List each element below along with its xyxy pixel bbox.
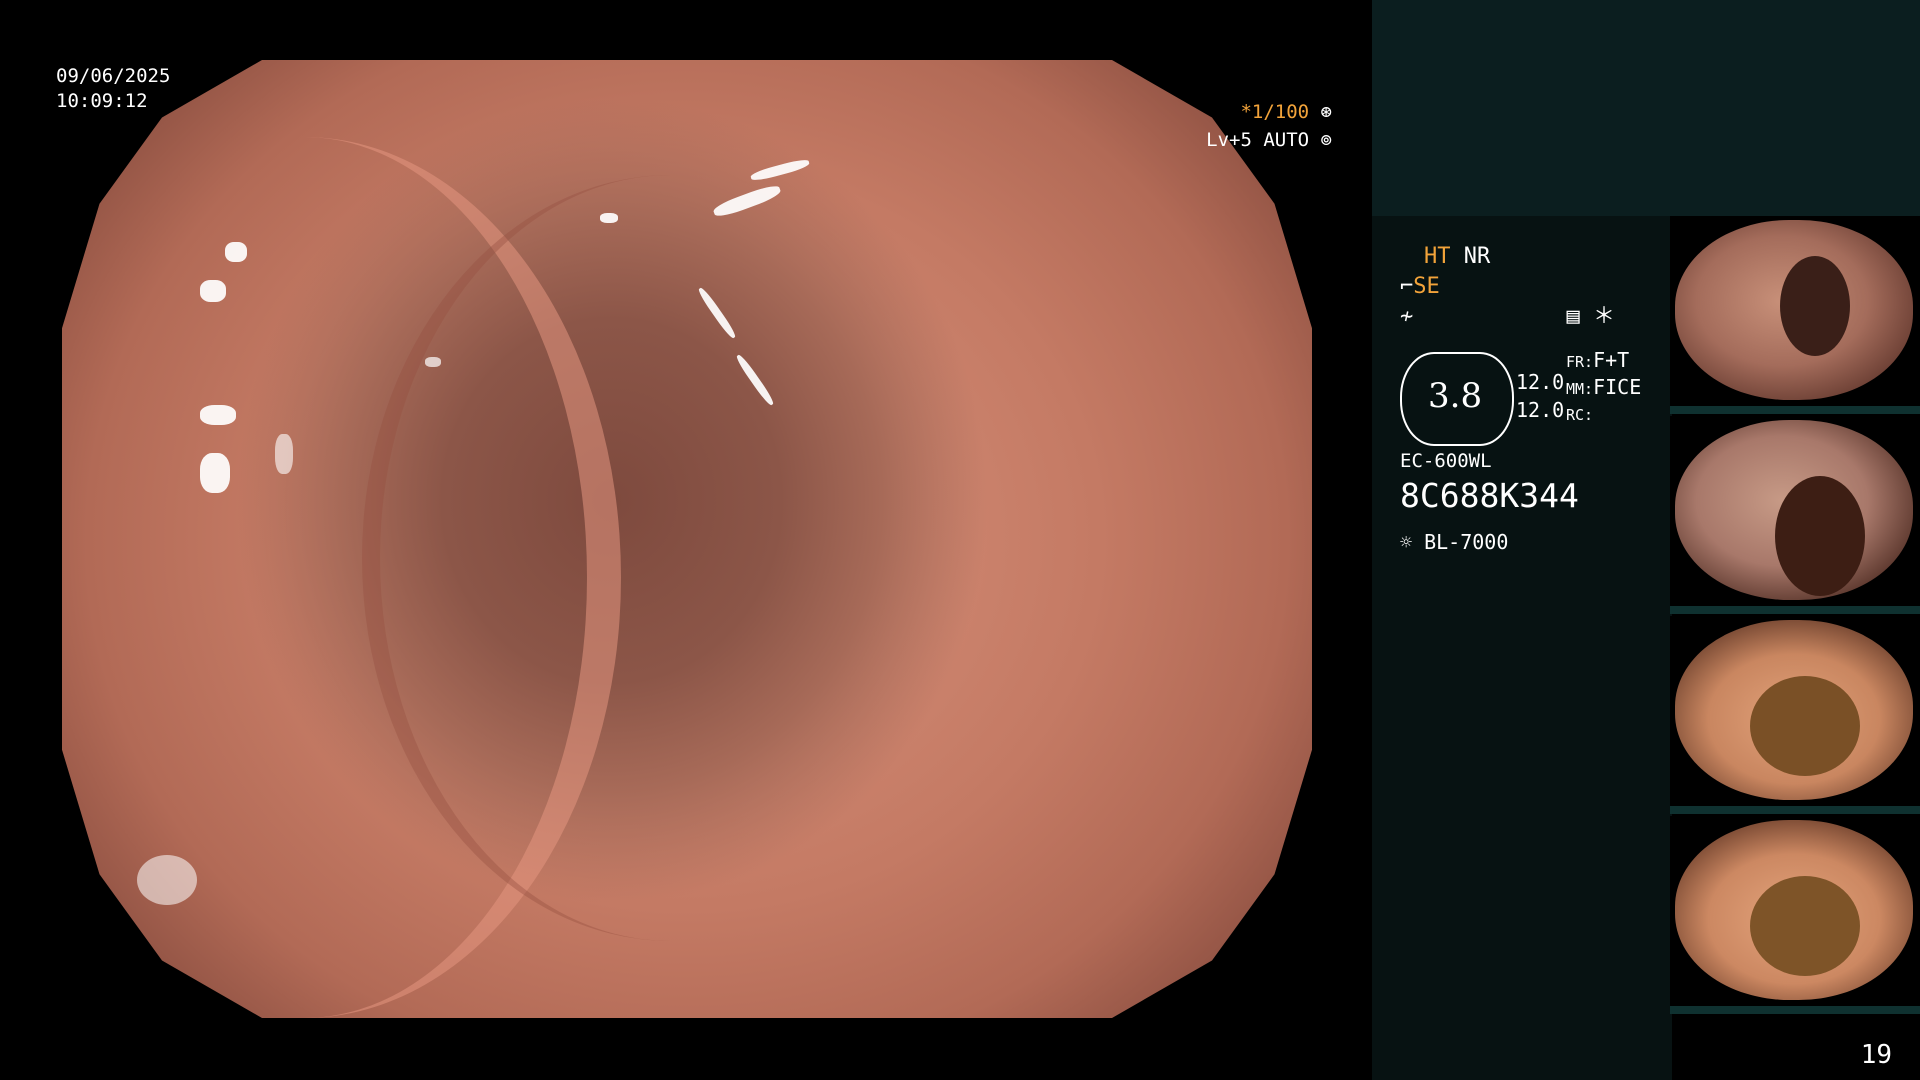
light-reflection (749, 157, 810, 183)
date-text: 09/06/2025 (56, 65, 171, 87)
mode-labels: FR:F+T MM:FICE RC: (1566, 348, 1641, 428)
mucosa-fold (362, 174, 980, 942)
rc-label: RC: (1566, 406, 1594, 424)
thumbnail-strip (1670, 216, 1920, 1016)
lumen (1775, 476, 1865, 596)
color-enhance-row: ≁ ▤ ＊ (1400, 302, 1680, 332)
aperture-icon: ⊛ (1309, 101, 1332, 123)
light-reflection (599, 213, 618, 224)
level-text: Lv+5 AUTO (1206, 129, 1310, 151)
light-reflection (424, 356, 441, 367)
light-reflection (137, 855, 197, 906)
shutter-text: *1/100 (1240, 101, 1310, 123)
fr-value: F+T (1593, 348, 1630, 372)
ht-label: HT (1424, 244, 1451, 269)
mm-row: MM:FICE (1566, 375, 1641, 402)
lumen (1750, 876, 1860, 976)
value-2: 12.0 (1516, 398, 1565, 422)
light-source-text: BL-7000 (1424, 530, 1509, 554)
asterisk-icon: ＊ (1593, 304, 1616, 329)
fr-label: FR: (1566, 353, 1594, 371)
panel-info-bg (1372, 216, 1672, 1080)
scope-info: HT NR ⌐SE ≁ ▤ ＊ (1400, 242, 1680, 332)
capture-status: *1/100 ⊛ Lv+5 AUTO ⊚ (1206, 98, 1332, 154)
rc-row: RC: (1566, 402, 1641, 428)
scope-model: EC-600WL (1400, 450, 1492, 472)
nr-label: NR (1463, 244, 1491, 269)
dial-value: 3.8 (1428, 376, 1483, 416)
fr-row: FR:F+T (1566, 348, 1641, 375)
light-reflection (274, 433, 293, 474)
se-label: SE (1413, 274, 1440, 299)
thumbnail-3[interactable] (1670, 616, 1920, 814)
light-reflection (199, 280, 226, 303)
panel-top (1372, 0, 1920, 216)
se-row: ⌐SE (1400, 272, 1680, 302)
light-source-icon: ☼ (1400, 530, 1413, 554)
endoscope-main-view: 09/06/2025 10:09:12 *1/100 ⊛ Lv+5 AUTO ⊚ (0, 0, 1372, 1080)
light-reflection (199, 452, 230, 493)
thumbnail-2[interactable] (1670, 416, 1920, 614)
timestamp: 09/06/2025 10:09:12 (56, 64, 170, 114)
structure-enhance-icon: ⌐ (1400, 274, 1414, 299)
time-text: 10:09:12 (56, 90, 148, 112)
mm-value: FICE (1593, 375, 1642, 399)
lumen (1750, 676, 1860, 776)
value-1: 12.0 (1516, 370, 1565, 394)
lumen (1780, 256, 1850, 356)
iris-icon: ⊚ (1309, 129, 1332, 151)
serial-number: 8C688K344 (1400, 476, 1579, 515)
thumbnail-4[interactable] (1670, 816, 1920, 1014)
shutter-row: *1/100 ⊛ (1206, 98, 1332, 126)
light-reflection (224, 242, 247, 263)
color-enhance-icon: ≁ (1400, 304, 1414, 329)
page-number: 19 (1860, 1040, 1892, 1070)
dial-values: 12.0 12.0 (1516, 368, 1564, 424)
ht-nr-row: HT NR (1400, 242, 1680, 272)
zoom-dial: 3.8 (1400, 352, 1514, 446)
thumbnail-1[interactable] (1670, 216, 1920, 414)
light-reflection (199, 404, 236, 425)
mm-label: MM: (1566, 380, 1594, 398)
level-row: Lv+5 AUTO ⊚ (1206, 126, 1332, 154)
mode-icon: ▤ (1566, 304, 1580, 329)
endoscope-image (62, 60, 1312, 1018)
light-source-row: ☼ BL-7000 (1400, 530, 1508, 554)
